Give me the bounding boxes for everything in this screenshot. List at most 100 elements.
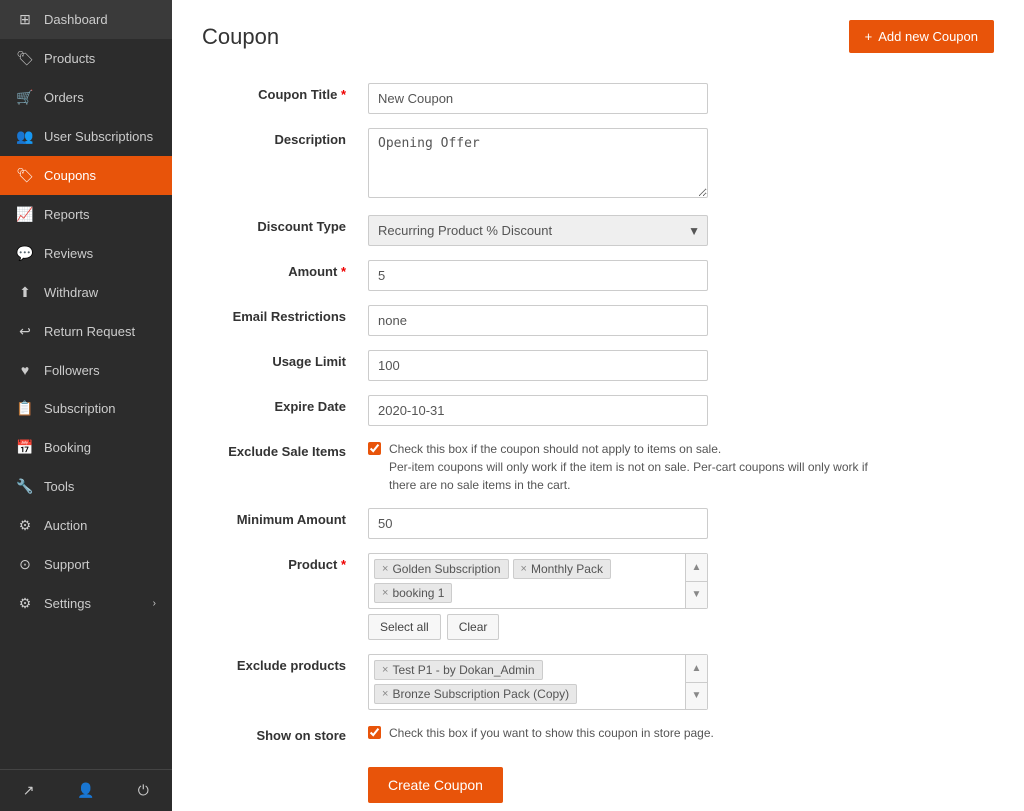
remove-tag-icon[interactable]: × <box>382 664 388 676</box>
sidebar-item-label: Followers <box>44 363 156 378</box>
sidebar-item-label: Settings <box>44 596 143 611</box>
page-title: Coupon <box>202 24 279 50</box>
sidebar-item-label: Dashboard <box>44 12 156 27</box>
amount-label: Amount * <box>202 254 362 299</box>
add-button-label: Add new Coupon <box>878 29 978 44</box>
coupon-title-label: Coupon Title * <box>202 77 362 122</box>
sidebar-item-subscription[interactable]: 📋 Subscription <box>0 389 172 428</box>
product-cell: ×Golden Subscription×Monthly Pack ×bookin… <box>362 547 994 648</box>
expire-date-input[interactable] <box>368 395 708 426</box>
dashboard-icon: ⊞ <box>16 11 34 28</box>
discount-type-cell: Recurring Product % Discount Percentage … <box>362 209 994 254</box>
coupon-title-row: Coupon Title * <box>202 77 994 122</box>
scroll-up-arrow[interactable]: ▲ <box>686 554 707 582</box>
sidebar-item-label: Return Request <box>44 324 156 339</box>
return-request-icon: ↩ <box>16 323 34 340</box>
minimum-amount-input[interactable] <box>368 508 708 539</box>
description-cell <box>362 122 994 209</box>
sidebar-item-booking[interactable]: 📅 Booking <box>0 428 172 467</box>
external-link-button[interactable]: ↗ <box>0 770 57 811</box>
show-on-store-label: Show on store <box>202 718 362 751</box>
logout-button[interactable]: ⏻ <box>115 770 172 811</box>
sidebar-item-support[interactable]: ⊙ Support <box>0 545 172 584</box>
withdraw-icon: ⬆ <box>16 284 34 301</box>
sidebar-item-settings[interactable]: ⚙ Settings › <box>0 584 172 623</box>
sidebar-item-user-subscriptions[interactable]: 👥 User Subscriptions <box>0 117 172 156</box>
auction-icon: ⚙ <box>16 517 34 534</box>
description-input[interactable] <box>368 128 708 198</box>
exclude-products-tags-area: ×Test P1 - by Dokan_Admin ×Bronze Subscri… <box>369 655 685 709</box>
scroll-down-arrow[interactable]: ▼ <box>686 683 707 710</box>
amount-input[interactable] <box>368 260 708 291</box>
product-tags-area: ×Golden Subscription×Monthly Pack ×bookin… <box>369 554 685 608</box>
sidebar-item-label: Subscription <box>44 401 156 416</box>
remove-tag-icon[interactable]: × <box>382 587 388 599</box>
required-marker: * <box>341 264 346 279</box>
sidebar-item-label: Reviews <box>44 246 156 261</box>
usage-limit-cell <box>362 344 994 389</box>
sidebar-item-auction[interactable]: ⚙ Auction <box>0 506 172 545</box>
sidebar-item-products[interactable]: 🏷 Products <box>0 39 172 78</box>
exclude-product-tag[interactable]: ×Test P1 - by Dokan_Admin <box>374 660 543 680</box>
product-tag[interactable]: ×booking 1 <box>374 583 452 603</box>
sidebar-item-orders[interactable]: 🛒 Orders <box>0 78 172 117</box>
remove-tag-icon[interactable]: × <box>521 563 527 575</box>
product-tag[interactable]: ×Monthly Pack <box>513 559 611 579</box>
scroll-up-arrow[interactable]: ▲ <box>686 655 707 683</box>
exclude-product-tag[interactable]: ×Bronze Subscription Pack (Copy) <box>374 684 577 704</box>
remove-tag-icon[interactable]: × <box>382 688 388 700</box>
exclude-products-cell: ×Test P1 - by Dokan_Admin ×Bronze Subscri… <box>362 648 994 718</box>
discount-type-select[interactable]: Recurring Product % Discount Percentage … <box>368 215 708 246</box>
tools-icon: 🔧 <box>16 478 34 495</box>
sidebar-item-label: Reports <box>44 207 156 222</box>
discount-type-wrapper: Recurring Product % Discount Percentage … <box>368 215 708 246</box>
show-on-store-cell: Check this box if you want to show this … <box>362 718 994 751</box>
minimum-amount-cell <box>362 502 994 547</box>
show-on-store-checkbox[interactable] <box>368 726 381 739</box>
sidebar-item-return-request[interactable]: ↩ Return Request <box>0 312 172 351</box>
settings-icon: ⚙ <box>16 595 34 612</box>
email-restrictions-cell <box>362 299 994 344</box>
user-profile-button[interactable]: 👤 <box>57 770 114 811</box>
product-multi-select: ×Golden Subscription×Monthly Pack ×bookin… <box>368 553 708 609</box>
product-tag[interactable]: ×Golden Subscription <box>374 559 509 579</box>
amount-row: Amount * <box>202 254 994 299</box>
show-on-store-row: Show on store Check this box if you want… <box>202 718 994 751</box>
sidebar-item-followers[interactable]: ♥ Followers <box>0 351 172 389</box>
exclude-products-row: Exclude products ×Test P1 - by Dokan_Adm… <box>202 648 994 718</box>
sidebar-item-reports[interactable]: 📈 Reports <box>0 195 172 234</box>
usage-limit-label: Usage Limit <box>202 344 362 389</box>
exclude-sale-items-cell: Check this box if the coupon should not … <box>362 434 994 502</box>
reports-icon: 📈 <box>16 206 34 223</box>
sidebar-item-reviews[interactable]: 💬 Reviews <box>0 234 172 273</box>
sidebar-item-label: Support <box>44 557 156 572</box>
select-all-button[interactable]: Select all <box>368 614 441 640</box>
email-restrictions-input[interactable] <box>368 305 708 336</box>
sidebar-item-label: Coupons <box>44 168 156 183</box>
exclude-sale-items-checkbox[interactable] <box>368 442 381 455</box>
add-new-coupon-button[interactable]: + Add new Coupon <box>849 20 994 53</box>
coupon-title-input[interactable] <box>368 83 708 114</box>
sidebar-footer: ↗ 👤 ⏻ <box>0 769 172 811</box>
coupon-title-cell <box>362 77 994 122</box>
show-on-store-description: Check this box if you want to show this … <box>389 724 714 742</box>
sidebar-item-label: Tools <box>44 479 156 494</box>
scroll-down-arrow[interactable]: ▼ <box>686 582 707 609</box>
page-header: Coupon + Add new Coupon <box>202 20 994 53</box>
sidebar-item-coupons[interactable]: 🏷 Coupons <box>0 156 172 195</box>
reviews-icon: 💬 <box>16 245 34 262</box>
show-on-store-checkbox-row: Check this box if you want to show this … <box>368 724 868 742</box>
sidebar-item-tools[interactable]: 🔧 Tools <box>0 467 172 506</box>
sidebar-item-dashboard[interactable]: ⊞ Dashboard <box>0 0 172 39</box>
clear-button[interactable]: Clear <box>447 614 500 640</box>
create-coupon-button[interactable]: Create Coupon <box>368 767 503 803</box>
usage-limit-input[interactable] <box>368 350 708 381</box>
sidebar-item-withdraw[interactable]: ⬆ Withdraw <box>0 273 172 312</box>
sidebar-item-label: Orders <box>44 90 156 105</box>
sidebar-item-label: Auction <box>44 518 156 533</box>
remove-tag-icon[interactable]: × <box>382 563 388 575</box>
booking-icon: 📅 <box>16 439 34 456</box>
coupon-form: Coupon Title * Description Discount Type <box>202 77 994 811</box>
exclude-products-label: Exclude products <box>202 648 362 718</box>
exclude-sale-checkbox-row: Check this box if the coupon should not … <box>368 440 868 494</box>
